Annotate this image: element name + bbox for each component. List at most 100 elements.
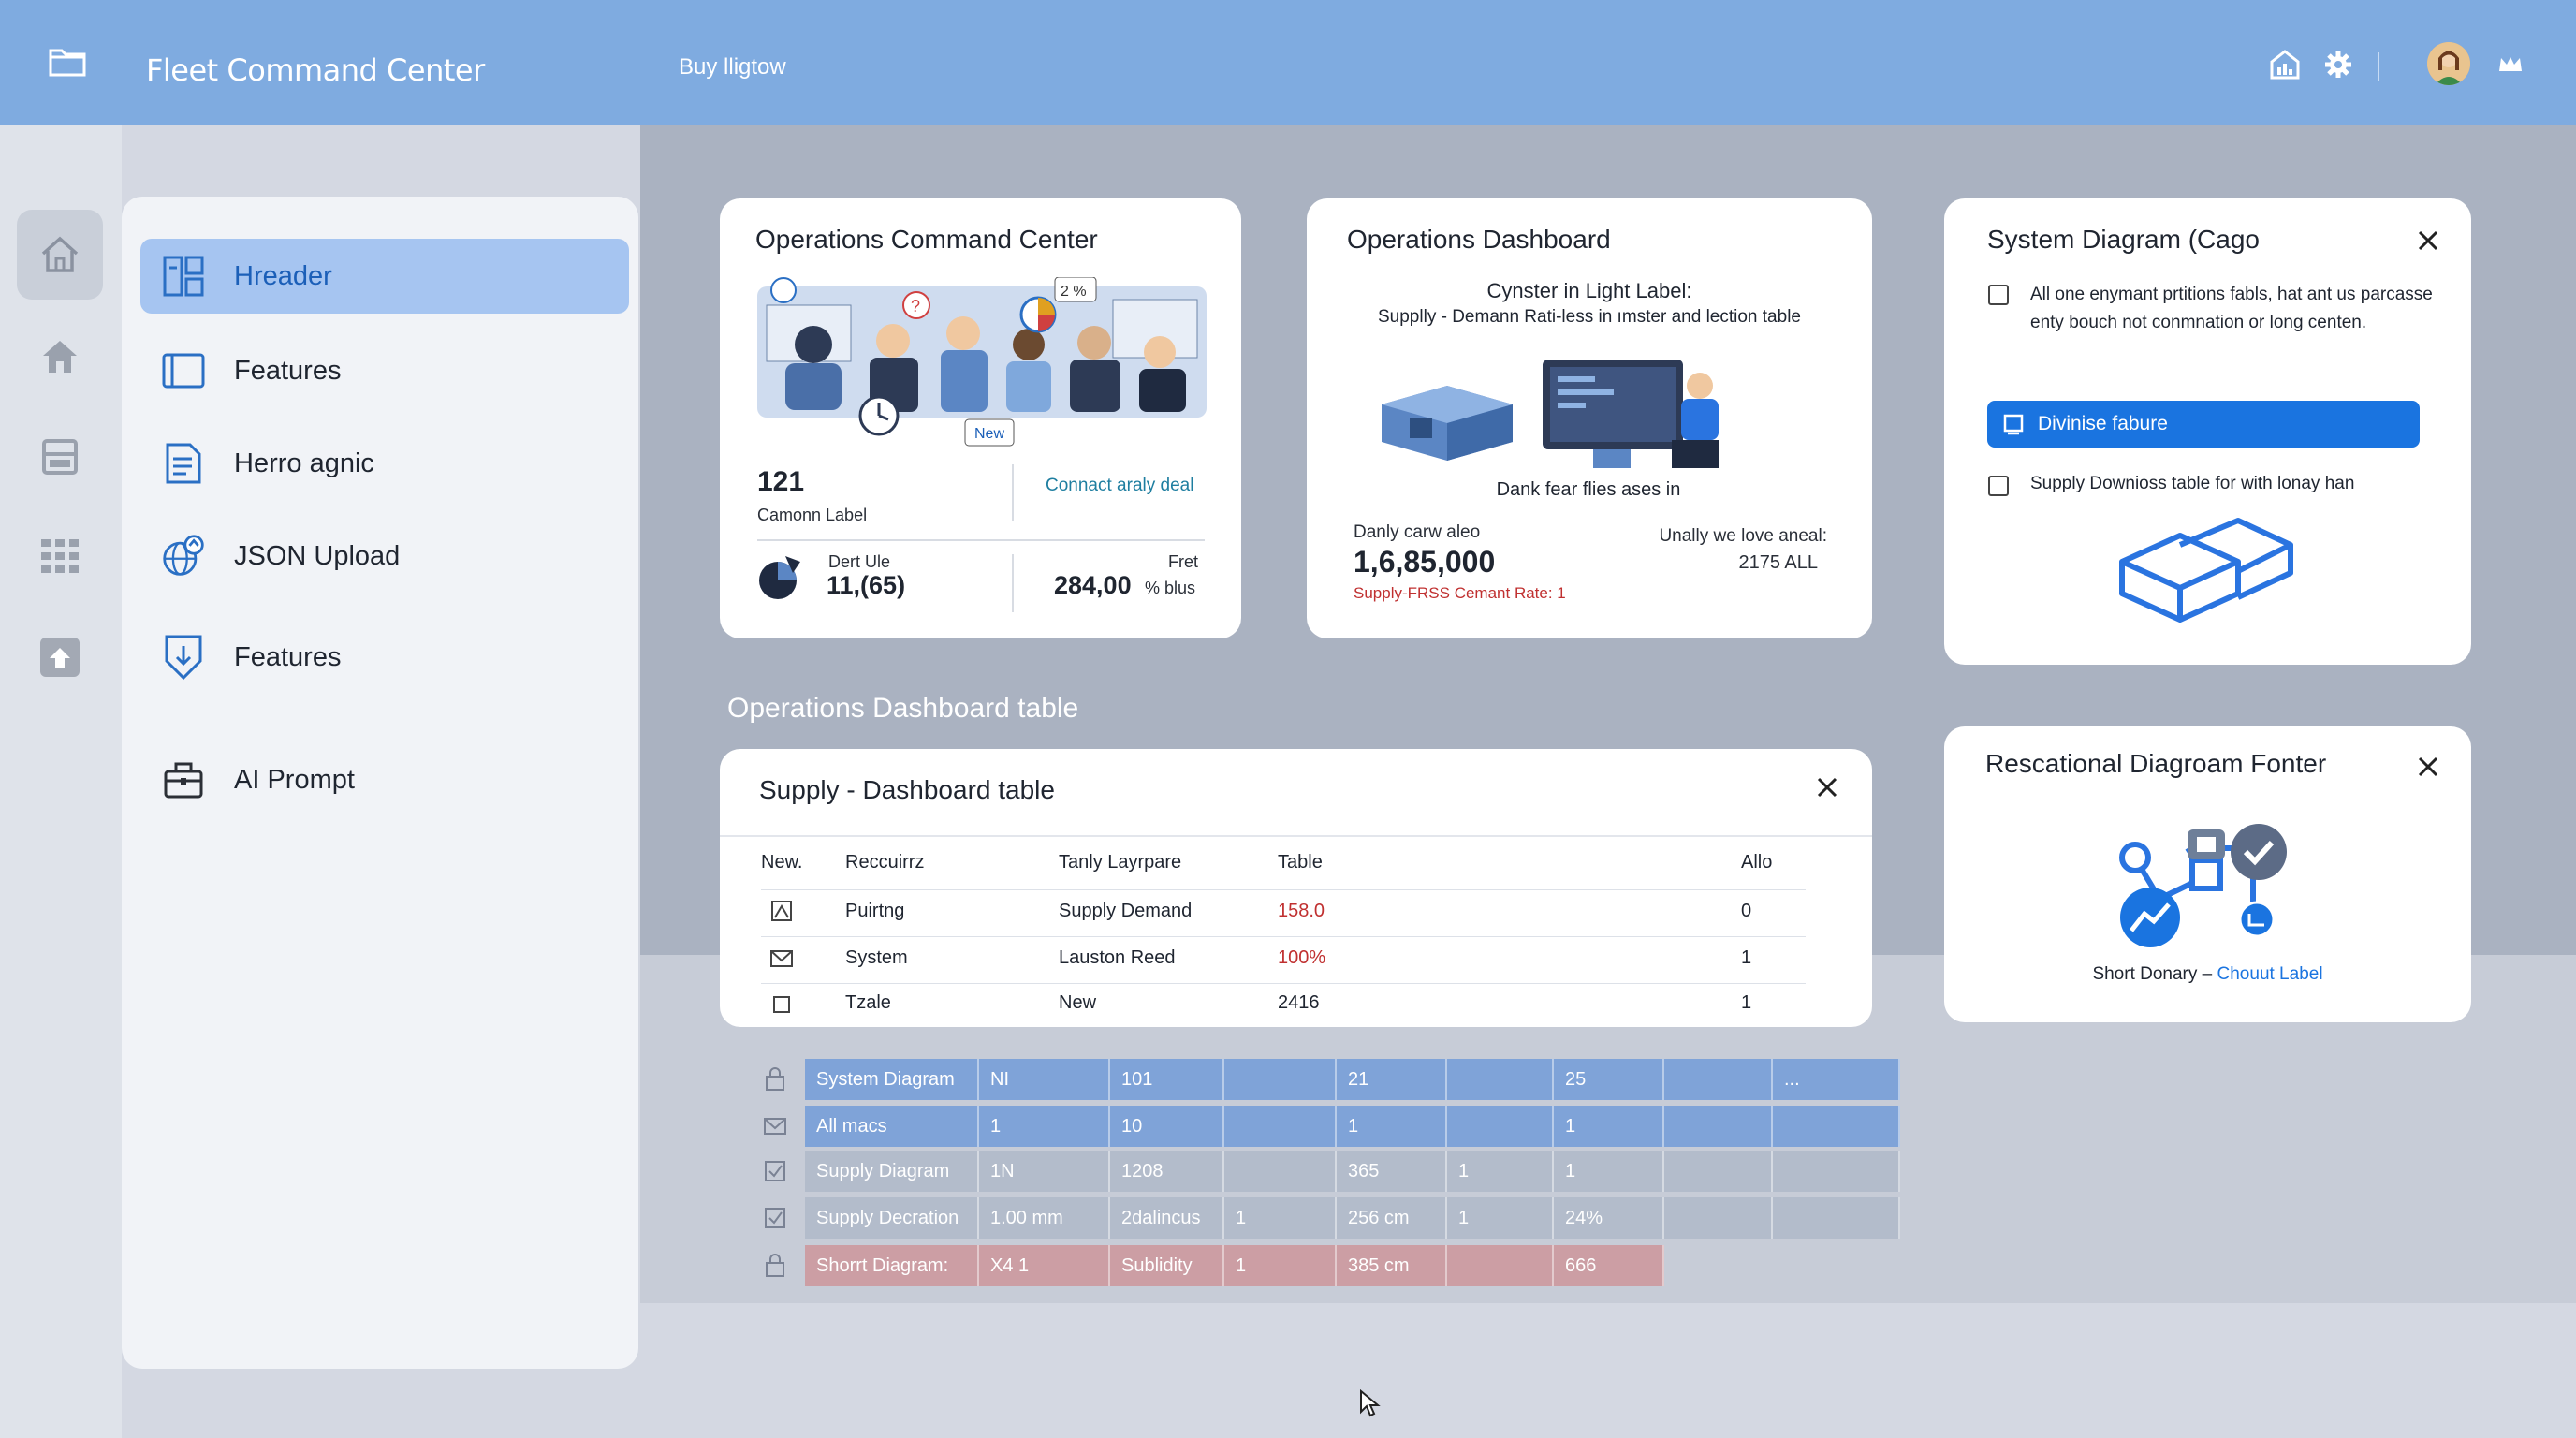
sidebar-item-label: JSON Upload xyxy=(234,540,401,571)
grid-cell: ... xyxy=(1773,1059,1900,1100)
grid-cell: 25 xyxy=(1554,1059,1664,1100)
house-icon xyxy=(43,341,77,373)
team-illustration: ? 2 % New xyxy=(757,277,1207,447)
avatar[interactable] xyxy=(2427,42,2470,85)
close-icon[interactable] xyxy=(1815,775,1839,800)
cell-value: 2416 xyxy=(1278,992,1320,1013)
document-icon xyxy=(161,441,206,486)
cell-allo: 0 xyxy=(1741,901,1752,921)
stat-label: Camonn Label xyxy=(757,506,868,524)
card-title: Operations Dashboard xyxy=(1347,225,1611,254)
grid-cell: 1 xyxy=(1224,1245,1337,1286)
column-header[interactable]: Table xyxy=(1278,852,1323,873)
grid-cell xyxy=(1773,1151,1900,1192)
red-note: Supply-FRSS Cemant Rate: 1 xyxy=(1354,584,1566,602)
folder-icon[interactable] xyxy=(49,47,86,77)
grid-cell: 1 xyxy=(1337,1106,1447,1147)
grid-cell xyxy=(1447,1245,1554,1286)
rail-home-button[interactable] xyxy=(17,210,103,300)
chart-house-icon[interactable] xyxy=(2269,49,2301,81)
column-header[interactable]: Allo xyxy=(1741,852,1772,873)
bottom-right-label: Fret xyxy=(1168,552,1199,571)
grid-cell-name: Supply Decration xyxy=(805,1197,979,1239)
divinise-button[interactable]: Divinise fabure xyxy=(1987,401,2420,448)
percent-badge: 2 % xyxy=(1061,284,1087,300)
rail-archive-button[interactable] xyxy=(17,412,103,502)
bottom-right-unit: % blus xyxy=(1145,579,1196,597)
grid-cell: 10 xyxy=(1110,1106,1224,1147)
grid-cell xyxy=(1447,1106,1554,1147)
relational-diagram-card: Rescational Diagroam Fonter Short Donary… xyxy=(1944,726,2471,1022)
upload-icon xyxy=(40,638,80,677)
sidebar-item-ai-prompt[interactable]: AI Prompt xyxy=(140,742,629,817)
card-title: Rescational Diagroam Fonter xyxy=(1985,749,2327,778)
grid-cell xyxy=(1664,1106,1773,1147)
divider xyxy=(757,539,1205,541)
subline: Supplly - Demann Rati-less in ımster and… xyxy=(1378,307,1801,327)
column-header[interactable]: Tanly Layrpare xyxy=(1059,852,1181,873)
layout-icon xyxy=(161,254,206,299)
card-title: Supply - Dashboard table xyxy=(759,775,1055,804)
cell-allo: 1 xyxy=(1741,947,1752,968)
sidebar-item-json-upload[interactable]: JSON Upload xyxy=(140,519,629,594)
home-icon xyxy=(41,236,79,272)
app-title: Fleet Command Center xyxy=(146,52,485,88)
sidebar-item-features-2[interactable]: Features xyxy=(140,620,629,695)
checkbox-1[interactable] xyxy=(1988,285,2009,305)
grid-icon xyxy=(41,539,79,573)
caption-link[interactable]: Chouut Label xyxy=(2217,964,2323,984)
diagram-caption: Short Donary – Chouut Label xyxy=(1944,964,2471,985)
crown-icon[interactable] xyxy=(2497,54,2524,75)
grid-cell: 365 xyxy=(1337,1151,1447,1192)
top-link[interactable]: Buy lligtow xyxy=(679,54,786,81)
close-icon[interactable] xyxy=(2416,228,2440,253)
grid-cell: 666 xyxy=(1554,1245,1664,1286)
grid-cell: 1 xyxy=(979,1106,1110,1147)
shield-download-icon xyxy=(161,635,206,681)
connect-link[interactable]: Connact araly deal xyxy=(1046,476,1193,496)
sidebar-item-header[interactable]: Hreader xyxy=(140,239,629,314)
grid-cell-name: System Diagram xyxy=(805,1059,979,1100)
cell-type: New xyxy=(1059,992,1097,1013)
grid-cell-name: Shorrt Diagram: xyxy=(805,1245,979,1286)
gear-icon[interactable] xyxy=(2324,51,2352,79)
supply-dashboard-table-card: Supply - Dashboard table New. Reccuirrz … xyxy=(720,749,1872,1027)
grid-cell: Sublidity xyxy=(1110,1245,1224,1286)
column-header[interactable]: Reccuirrz xyxy=(845,852,924,873)
left-label: Danly carw aleo xyxy=(1354,522,1481,542)
checkbox-1-label: All one enymant prtitions fabls, hat ant… xyxy=(2030,285,2433,332)
square-icon xyxy=(773,996,790,1013)
rail-grid-button[interactable] xyxy=(17,511,103,601)
sidebar-item-hero[interactable]: Herro agnic xyxy=(140,426,629,501)
ops-dashboard-card: Operations Dashboard Cynster in Light La… xyxy=(1307,198,1872,638)
column-header[interactable]: New. xyxy=(761,852,802,873)
grid-cell xyxy=(1447,1059,1554,1100)
row-divider xyxy=(761,889,1806,890)
button-label: Divinise fabure xyxy=(2038,413,2168,434)
mail-icon xyxy=(770,950,793,967)
cell-allo: 1 xyxy=(1741,992,1752,1013)
right-value: 2175 ALL xyxy=(1738,552,1818,573)
sidebar-item-label: Features xyxy=(234,641,342,672)
caption: Dank fear flies ases in xyxy=(1496,479,1681,500)
new-badge: New xyxy=(974,426,1004,442)
close-icon[interactable] xyxy=(2416,755,2440,779)
sidebar-item-features[interactable]: Features xyxy=(140,333,629,408)
cell-type: Supply Demand xyxy=(1059,901,1193,921)
checkbox-2[interactable] xyxy=(1988,476,2009,496)
mouse-cursor-icon xyxy=(1360,1389,1381,1417)
row-divider xyxy=(761,936,1806,937)
rail-upload-button[interactable] xyxy=(17,612,103,702)
card-title: Operations Command Center xyxy=(755,225,1098,254)
svg-text:?: ? xyxy=(911,297,920,315)
right-label: Unally we love aneal: xyxy=(1659,526,1827,546)
cell-value: 158.0 xyxy=(1278,901,1325,921)
grid-cell: 1 xyxy=(1554,1151,1664,1192)
caption-text: Short Donary – xyxy=(2092,964,2213,984)
cell-name: Puirtng xyxy=(845,901,905,921)
grid-cell: 256 cm xyxy=(1337,1197,1447,1239)
rail-house-button[interactable] xyxy=(17,311,103,401)
grid-cell xyxy=(1664,1151,1773,1192)
check-icon xyxy=(765,1161,785,1181)
sidebar-item-label: Features xyxy=(234,355,342,386)
